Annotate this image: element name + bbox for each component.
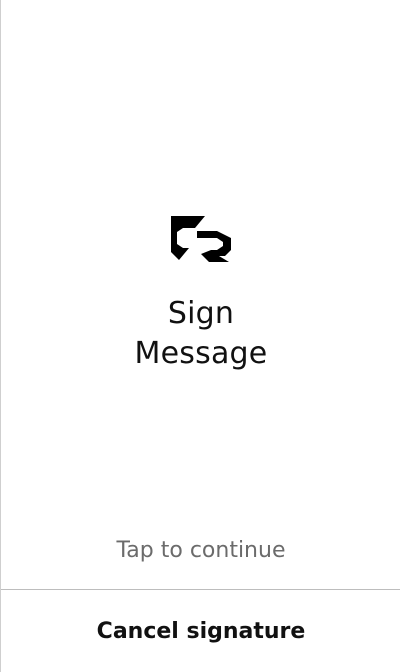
app-logo-icon <box>169 214 233 264</box>
page-title-line-2: Message <box>134 336 268 371</box>
page-title: Sign Message <box>1 294 400 374</box>
tap-hint-text: Tap to continue <box>116 538 286 563</box>
cancel-signature-button[interactable]: Cancel signature <box>1 590 400 672</box>
page-title-line-1: Sign <box>167 296 235 331</box>
tap-to-continue-area[interactable]: Sign Message Tap to continue <box>1 0 400 589</box>
sign-message-screen: Sign Message Tap to continue Cancel sign… <box>0 0 400 672</box>
